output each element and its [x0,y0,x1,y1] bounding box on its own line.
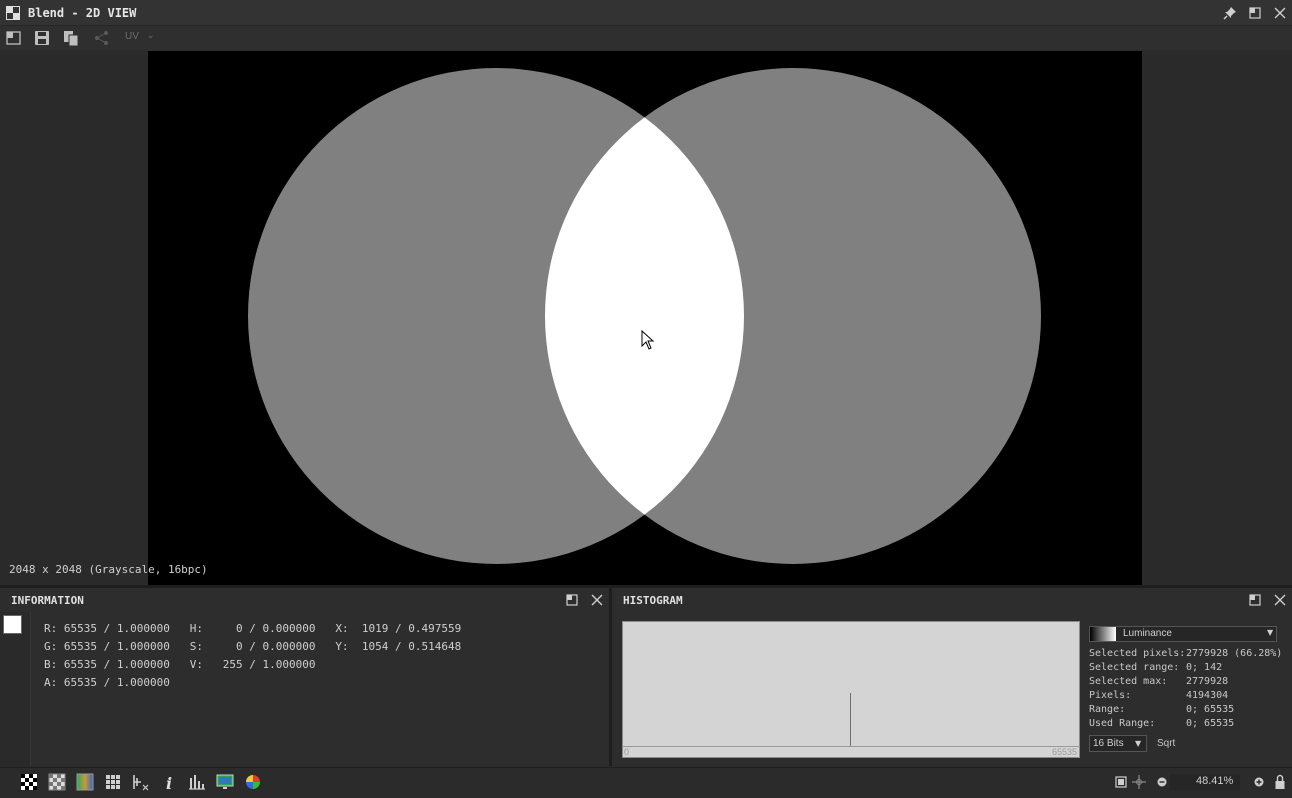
window-title: Blend - 2D VIEW [28,6,137,20]
stat-label: Used Range: [1089,718,1156,729]
stat-value: 2779928 [1186,676,1229,687]
color-swatch [3,615,22,634]
blend-image [148,51,1142,585]
histogram-baseline [622,746,1080,747]
sqrt-toggle[interactable]: Sqrt [1157,738,1175,749]
uv-dropdown-label[interactable]: UV [125,31,139,42]
mouse-cursor-icon [641,330,655,350]
maximize-icon[interactable] [1247,5,1263,21]
grid-icon[interactable] [103,772,123,792]
graph-icon[interactable] [93,29,111,47]
stat-label: Pixels: [1089,690,1132,701]
toolbar [0,26,1292,50]
dropdown-arrow-icon: ▼ [1267,628,1274,637]
new-view-icon[interactable] [5,29,23,47]
histogram-axis-max: 65535 [1052,747,1078,757]
image-info-label: 2048 x 2048 (Grayscale, 16bpc) [9,563,208,576]
color-wheel-icon[interactable] [243,772,263,792]
zoom-out-icon[interactable] [1155,774,1169,790]
checker-background-icon[interactable] [19,772,39,792]
close-icon[interactable] [1272,5,1288,21]
stat-value: 0; 65535 [1186,718,1235,729]
information-title: INFORMATION [11,594,84,607]
channel-select-value: Luminance [1123,628,1172,639]
pan-icon[interactable] [1131,774,1147,790]
luminance-gradient-icon [1090,627,1116,641]
stat-value: 0; 65535 [1186,704,1235,715]
alpha-checker-icon[interactable] [47,772,67,792]
zoom-in-icon[interactable] [1252,774,1266,790]
stat-value: 4194304 [1186,690,1229,701]
channel-select[interactable] [1089,626,1277,642]
undock-icon[interactable] [1247,592,1263,608]
close-icon[interactable] [1272,592,1288,608]
svg-text:i: i [166,774,172,792]
histogram-icon[interactable] [187,772,207,792]
info-row: G: 65535 / 1.000000 S: 0 / 0.000000 Y: 1… [44,640,462,653]
info-icon[interactable]: i [159,772,179,792]
fit-view-icon[interactable] [1113,774,1129,790]
zoom-value: 48.41% [1196,775,1234,787]
close-icon[interactable] [589,592,605,608]
save-icon[interactable] [33,29,51,47]
lock-icon[interactable] [1273,773,1287,791]
color-swatch-column [0,612,31,766]
stat-label: Range: [1089,704,1126,715]
histogram-title: HISTOGRAM [623,594,683,607]
histogram-plot[interactable] [622,621,1080,758]
histogram-bar [850,693,851,746]
pin-icon[interactable] [1222,5,1238,21]
info-row: B: 65535 / 1.000000 V: 255 / 1.000000 [44,658,316,671]
image-canvas[interactable] [148,51,1142,585]
stat-label: Selected max: [1089,676,1168,687]
histogram-axis-min: 0 [624,747,630,757]
stat-label: Selected pixels: [1089,648,1186,659]
display-icon[interactable] [215,772,235,792]
picker-tool-icon[interactable] [131,772,151,792]
stat-value: 2779928 (66.28%) [1186,648,1283,659]
stat-label: Selected range: [1089,662,1180,673]
copy-icon[interactable] [62,29,80,47]
app-icon [6,6,20,20]
color-channels-icon[interactable] [75,772,95,792]
title-bar [0,0,1292,26]
chevron-down-icon[interactable]: ⌄ [147,31,155,41]
bit-depth-value: 16 Bits [1093,738,1124,749]
info-row: R: 65535 / 1.000000 H: 0 / 0.000000 X: 1… [44,622,462,635]
dropdown-arrow-icon: ▼ [1135,739,1142,748]
undock-icon[interactable] [564,592,580,608]
info-row: A: 65535 / 1.000000 [44,676,170,689]
stat-value: 0; 142 [1186,662,1223,673]
